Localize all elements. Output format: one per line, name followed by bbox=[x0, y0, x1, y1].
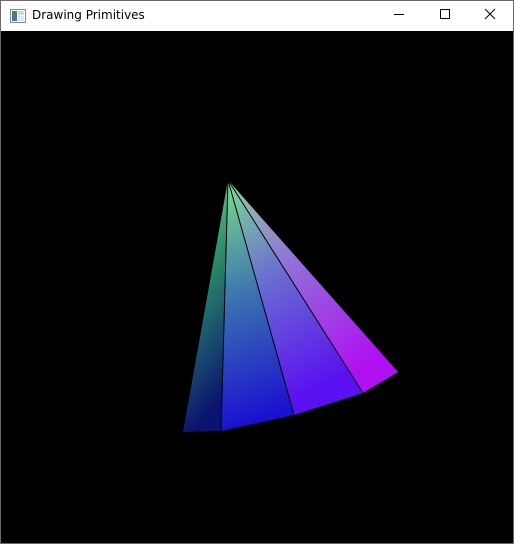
app-window: Drawing Primitives bbox=[0, 0, 514, 544]
window-app-icon bbox=[10, 9, 26, 23]
minimize-icon bbox=[393, 7, 405, 25]
render-canvas[interactable] bbox=[1, 31, 513, 543]
close-button[interactable] bbox=[467, 1, 513, 31]
minimize-button[interactable] bbox=[376, 1, 422, 31]
pyramid-scene bbox=[183, 179, 398, 432]
title-bar[interactable]: Drawing Primitives bbox=[1, 1, 513, 31]
pyramid-face-1 bbox=[183, 180, 228, 432]
maximize-button[interactable] bbox=[422, 1, 468, 31]
close-icon bbox=[484, 7, 496, 25]
maximize-icon bbox=[439, 7, 451, 25]
window-title: Drawing Primitives bbox=[32, 8, 145, 22]
pyramid bbox=[183, 179, 398, 432]
